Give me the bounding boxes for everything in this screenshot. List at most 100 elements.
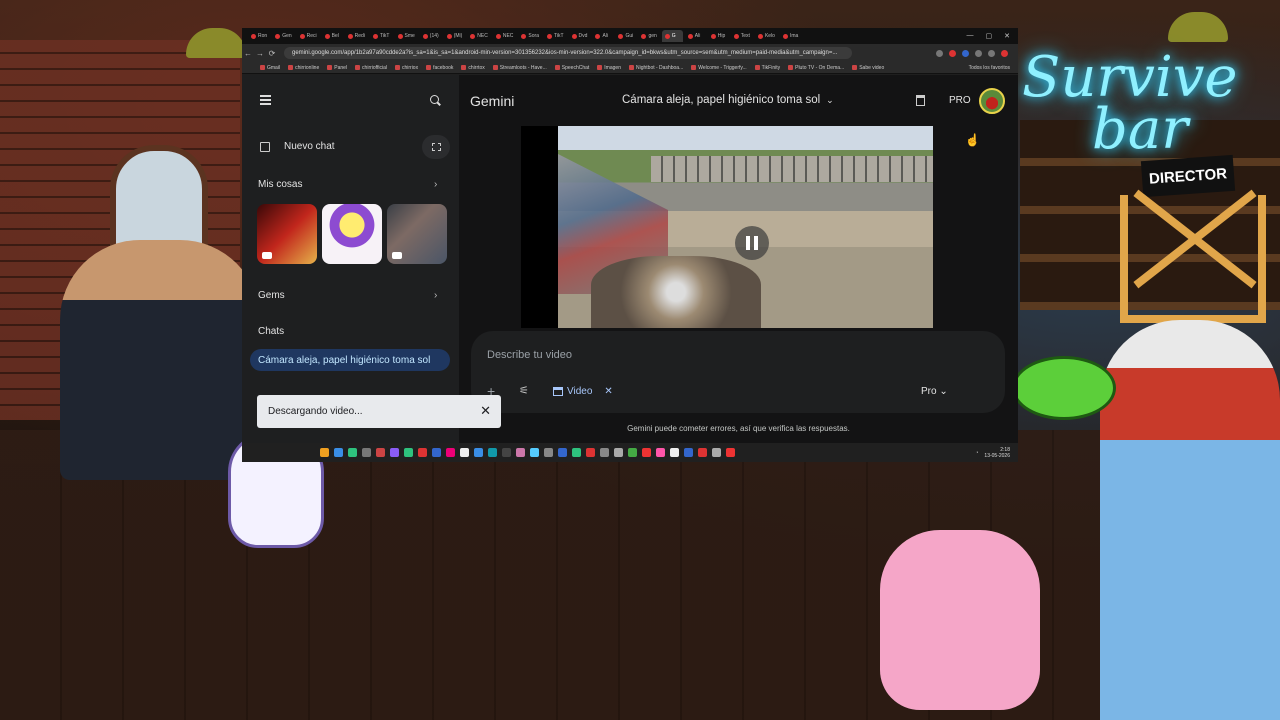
browser-tab[interactable]: Redi [345,30,368,42]
prompt-input[interactable]: Describe tu video [487,349,572,361]
taskbar-app-icon[interactable] [348,448,357,457]
taskbar-app-icon[interactable] [530,448,539,457]
bookmark-item[interactable]: chirriox [394,65,418,71]
browser-tab[interactable]: Hip [708,30,729,42]
taskbar-app-icon[interactable] [670,448,679,457]
taskbar-app-icon[interactable] [474,448,483,457]
browser-tab[interactable]: Ron [248,30,270,42]
forward-icon[interactable]: → [254,49,266,58]
browser-tab[interactable]: Sme [395,30,418,42]
taskbar-app-icon[interactable] [572,448,581,457]
taskbar-app-icon[interactable] [432,448,441,457]
clock[interactable]: 2:18 13-05-2026 [984,447,1010,459]
browser-tab[interactable]: Dvd [569,30,591,42]
browser-tab[interactable]: Reci [297,30,320,42]
browser-tab[interactable]: Text [731,30,753,42]
browser-tab[interactable]: TikT [370,30,393,42]
taskbar-app-icon[interactable] [502,448,511,457]
bookmark-item[interactable]: chirriofficial [355,65,387,71]
bookmark-item[interactable]: Panel [327,65,347,71]
plan-badge[interactable]: PRO [949,95,971,106]
close-icon[interactable]: ✕ [604,386,612,397]
taskbar-app-icon[interactable] [362,448,371,457]
my-stuff-thumbnail[interactable] [387,204,447,264]
trash-icon[interactable] [916,95,925,106]
window-controls[interactable]: — ▢ ✕ [967,32,1019,40]
taskbar-app-icon[interactable] [614,448,623,457]
taskbar-app-icon[interactable] [642,448,651,457]
model-selector[interactable]: Pro ⌄ [921,386,948,397]
bookmark-item[interactable]: Sabe video [852,65,884,71]
taskbar-app-icon[interactable] [488,448,497,457]
taskbar-app-icon[interactable] [544,448,553,457]
taskbar-app-icon[interactable] [656,448,665,457]
taskbar-app-icon[interactable] [516,448,525,457]
new-chat-button[interactable]: Nuevo chat [260,141,335,152]
taskbar-app-icon[interactable] [586,448,595,457]
taskbar-app-icon[interactable] [628,448,637,457]
taskbar-app-icon[interactable] [460,448,469,457]
bookmark-item[interactable]: Gmail [260,65,280,71]
taskbar-app-icon[interactable] [558,448,567,457]
my-stuff-thumbnail[interactable] [322,204,382,264]
taskbar-app-icon[interactable] [418,448,427,457]
bookmark-item[interactable]: Nightbot - Dashboa... [628,65,683,71]
extension-icons[interactable] [936,49,1018,57]
brand-title[interactable]: Gemini [470,93,514,109]
video-tool-chip[interactable]: Video ✕ [553,386,613,397]
taskbar-app-icon[interactable] [334,448,343,457]
browser-tab[interactable]: TikT [544,30,567,42]
taskbar-app-icon[interactable] [698,448,707,457]
chevron-right-icon[interactable]: › [434,290,437,301]
bookmark-item[interactable]: SpeechChat [554,65,589,71]
browser-tab[interactable]: Kelo [755,30,778,42]
taskbar-app-icon[interactable] [446,448,455,457]
browser-tab[interactable]: NEC [467,30,491,42]
taskbar-app-icon[interactable] [404,448,413,457]
wifi-icon[interactable]: ◔ [975,450,978,456]
chat-item-active[interactable]: Cámara aleja, papel higiénico toma sol [250,349,450,371]
browser-tab[interactable]: Sora [518,30,542,42]
browser-tab[interactable]: (Mi) [444,30,466,42]
url-input[interactable]: gemini.google.com/app/1b2a97a90cdde2a?is… [284,47,852,59]
reload-icon[interactable]: ⟳ [266,49,278,58]
close-icon[interactable]: ✕ [480,403,491,419]
my-stuff-thumbnail[interactable] [257,204,317,264]
browser-tab[interactable]: Gen [272,30,294,42]
chevron-right-icon[interactable]: › [434,179,437,190]
browser-tab[interactable]: (14) [420,30,442,42]
browser-tab[interactable]: Ima [780,30,801,42]
gems-heading[interactable]: Gems [258,290,285,301]
taskbar-app-icon[interactable] [600,448,609,457]
taskbar-app-icon[interactable] [684,448,693,457]
bookmark-item[interactable]: chirrtox [461,65,485,71]
conversation-title[interactable]: Cámara aleja, papel higiénico toma sol ⌄ [622,94,834,106]
bookmark-item[interactable]: TikFinity [754,65,780,71]
bookmark-item[interactable]: facebook [426,65,453,71]
browser-tab[interactable]: gen [638,30,659,42]
new-window-icon[interactable] [422,135,450,159]
browser-tab[interactable]: Ali [592,30,613,42]
taskbar-app-icon[interactable] [320,448,329,457]
taskbar-app-icon[interactable] [390,448,399,457]
bookmark-item[interactable]: chirrionline [288,65,319,71]
bookmark-item[interactable]: Imagen [597,65,621,71]
browser-tab[interactable]: Gui [615,30,636,42]
pause-icon[interactable] [735,226,769,260]
taskbar-app-icon[interactable] [712,448,721,457]
all-bookmarks[interactable]: Todos los favoritos [969,65,1018,71]
bookmark-item[interactable]: Streamloots - Have... [492,65,547,71]
tune-icon[interactable]: ⚟ [519,384,529,397]
menu-icon[interactable] [260,95,271,107]
browser-tab[interactable]: Ali [685,30,706,42]
bookmark-item[interactable]: Welcome - Triggerfy... [691,65,747,71]
system-tray[interactable]: ◔ 2:18 13-05-2026 [975,447,1018,459]
browser-tab[interactable]: G [661,30,683,42]
taskbar-app-icon[interactable] [726,448,735,457]
generated-video[interactable]: ⋖ [521,126,933,328]
search-icon[interactable] [430,95,439,104]
my-stuff-heading[interactable]: Mis cosas [258,179,302,190]
browser-tab[interactable]: NEC [493,30,517,42]
browser-tab[interactable]: Bel [322,30,343,42]
back-icon[interactable]: ← [242,49,254,58]
